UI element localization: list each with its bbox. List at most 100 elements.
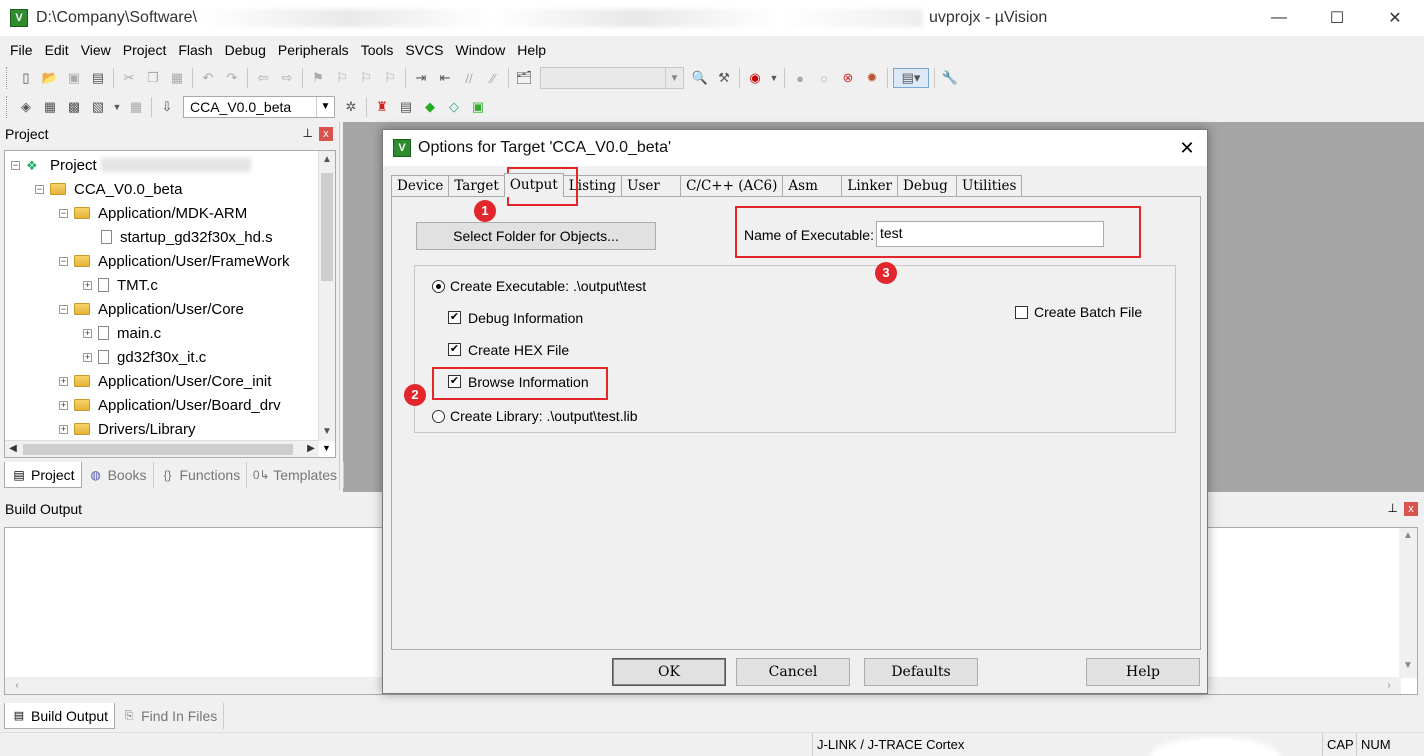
create-hex-checkbox[interactable]: ✔ <box>448 343 461 356</box>
tab-debug[interactable]: Debug <box>897 175 958 197</box>
stop-build-icon[interactable]: ▦ <box>126 97 146 117</box>
build-icon[interactable]: ▦ <box>40 97 60 117</box>
bookmark-icon[interactable]: ⚑ <box>308 68 328 88</box>
target-select[interactable]: CCA_V0.0_beta ▼ <box>183 96 335 118</box>
tree-vertical-scrollbar[interactable]: ▲ ▼ <box>318 151 335 441</box>
menu-file[interactable]: File <box>0 38 39 62</box>
target-options-icon[interactable]: ✲ <box>341 97 361 117</box>
tab-output[interactable]: Output <box>503 173 564 197</box>
pin-icon[interactable]: ⊥ <box>1388 501 1398 515</box>
tree-item-group[interactable]: − Application/User/Core <box>59 297 244 321</box>
enable-breakpoint-icon[interactable]: ○ <box>814 68 834 88</box>
create-library-radio[interactable] <box>432 410 445 423</box>
tree-item-group[interactable]: + Drivers/Library <box>59 417 196 441</box>
menu-peripherals[interactable]: Peripherals <box>272 38 355 62</box>
menu-window[interactable]: Window <box>450 38 512 62</box>
tab-target[interactable]: Target <box>448 175 505 197</box>
minimize-button[interactable]: — <box>1250 0 1308 36</box>
expand-icon[interactable]: + <box>59 424 68 434</box>
kill-breakpoints-icon[interactable]: ✹ <box>862 68 882 88</box>
tab-build-output[interactable]: ▤ Build Output <box>4 703 116 729</box>
debug-information-checkbox[interactable]: ✔ <box>448 311 461 324</box>
comment-icon[interactable]: // <box>459 68 479 88</box>
tree-item-group[interactable]: − Application/User/FrameWork <box>59 249 289 273</box>
debug-session-icon[interactable]: ◉ <box>745 68 765 88</box>
tree-item-project-root[interactable]: − ❖ Project <box>11 153 251 177</box>
new-file-icon[interactable]: ▯ <box>16 68 36 88</box>
dialog-close-button[interactable]: ✕ <box>1175 136 1199 160</box>
scroll-left-icon[interactable]: ‹ <box>9 677 25 694</box>
menu-flash[interactable]: Flash <box>172 38 218 62</box>
ok-button[interactable]: OK <box>612 658 726 686</box>
tab-c-cpp[interactable]: C/C++ (AC6) <box>680 175 784 197</box>
batch-build-icon[interactable]: ▧ <box>88 97 108 117</box>
tab-linker[interactable]: Linker <box>841 175 899 197</box>
clear-bookmarks-icon[interactable]: ⚐ <box>380 68 400 88</box>
navigate-back-icon[interactable]: ⇦ <box>253 68 273 88</box>
tree-item-group[interactable]: − Application/MDK-ARM <box>59 201 247 225</box>
cut-icon[interactable]: ✂ <box>119 68 139 88</box>
download-icon[interactable]: ⇩ <box>157 97 177 117</box>
expand-icon[interactable]: + <box>83 280 92 290</box>
menu-edit[interactable]: Edit <box>39 38 75 62</box>
maximize-button[interactable]: ☐ <box>1308 0 1366 36</box>
tab-functions[interactable]: {} Functions <box>154 462 248 488</box>
select-software-packs-icon[interactable]: ◇ <box>444 97 464 117</box>
build-vertical-scrollbar[interactable]: ▲ ▼ <box>1399 528 1417 678</box>
save-icon[interactable]: ▣ <box>64 68 84 88</box>
scroll-down-icon[interactable]: ▼ <box>1399 660 1417 676</box>
cancel-button[interactable]: Cancel <box>736 658 850 686</box>
collapse-icon[interactable]: − <box>59 256 68 266</box>
tree-item-group[interactable]: + Application/User/Board_drv <box>59 393 281 417</box>
menu-tools[interactable]: Tools <box>355 38 400 62</box>
rebuild-icon[interactable]: ▩ <box>64 97 84 117</box>
menu-svcs[interactable]: SVCS <box>399 38 449 62</box>
collapse-icon[interactable]: − <box>11 160 20 170</box>
find-combo[interactable]: ▼ <box>540 67 684 89</box>
paste-icon[interactable]: ▦ <box>167 68 187 88</box>
tab-templates[interactable]: 0↳ Templates <box>247 462 345 488</box>
expand-icon[interactable]: + <box>59 400 68 410</box>
uncomment-icon[interactable]: ⁄⁄ <box>483 68 503 88</box>
scroll-up-icon[interactable]: ▲ <box>1399 530 1417 546</box>
insert-breakpoint-icon[interactable]: ● <box>790 68 810 88</box>
manage-run-time-icon[interactable]: ◆ <box>420 97 440 117</box>
indent-icon[interactable]: ⇥ <box>411 68 431 88</box>
tree-item-file[interactable]: + gd32f30x_it.c <box>83 345 206 369</box>
find-in-files-icon[interactable]: 🗂 <box>514 68 534 88</box>
next-bookmark-icon[interactable]: ⚐ <box>356 68 376 88</box>
close-icon[interactable]: x <box>319 127 333 141</box>
window-layout-icon[interactable]: ▤▾ <box>893 68 929 88</box>
incremental-find-icon[interactable]: 🔍 <box>690 68 710 88</box>
help-button[interactable]: Help <box>1086 658 1200 686</box>
tree-horizontal-scrollbar[interactable]: ◀ ▶ <box>5 440 319 457</box>
chevron-down-icon[interactable]: ▼ <box>112 97 122 117</box>
disable-breakpoints-icon[interactable]: ⊗ <box>838 68 858 88</box>
scroll-down-icon[interactable]: ▼ <box>319 423 335 441</box>
expand-icon[interactable]: + <box>83 328 92 338</box>
find-icon[interactable]: ⚒ <box>714 68 734 88</box>
expand-icon[interactable]: + <box>59 376 68 386</box>
tab-utilities[interactable]: Utilities <box>956 175 1023 197</box>
tab-project[interactable]: ▤ Project <box>4 462 82 488</box>
tree-item-file[interactable]: startup_gd32f30x_hd.s <box>101 225 273 249</box>
tab-user[interactable]: User <box>621 175 682 197</box>
file-extensions-icon[interactable]: ▤ <box>396 97 416 117</box>
menu-project[interactable]: Project <box>117 38 173 62</box>
tree-item-file[interactable]: + main.c <box>83 321 161 345</box>
tab-asm[interactable]: Asm <box>782 175 843 197</box>
manage-components-icon[interactable]: ♜ <box>372 97 392 117</box>
copy-icon[interactable]: ❐ <box>143 68 163 88</box>
scroll-thumb[interactable] <box>321 173 333 281</box>
unindent-icon[interactable]: ⇤ <box>435 68 455 88</box>
create-batch-checkbox[interactable] <box>1015 306 1028 319</box>
expand-icon[interactable]: + <box>83 352 92 362</box>
select-folder-button[interactable]: Select Folder for Objects... <box>416 222 656 250</box>
menu-view[interactable]: View <box>75 38 117 62</box>
menu-help[interactable]: Help <box>511 38 552 62</box>
defaults-button[interactable]: Defaults <box>864 658 978 686</box>
tree-item-target[interactable]: − CCA_V0.0_beta <box>35 177 182 201</box>
pin-icon[interactable]: ⊥ <box>303 126 313 140</box>
configure-wrench-icon[interactable]: 🔧 <box>940 68 960 88</box>
scroll-right-icon[interactable]: ▶ <box>303 441 319 457</box>
